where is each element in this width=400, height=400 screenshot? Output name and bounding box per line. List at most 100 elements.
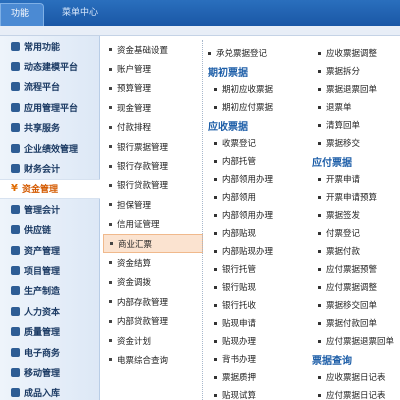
function-link[interactable]: 期初应付票据 xyxy=(208,98,308,116)
submenu-item-9[interactable]: 信用证管理 xyxy=(103,215,203,234)
function-link[interactable]: 内部领用办理 xyxy=(208,170,308,188)
bullet-icon xyxy=(214,267,217,271)
submenu-item-label: 资金结算 xyxy=(117,258,152,269)
sidebar-item-3[interactable]: 应用管理平台 xyxy=(0,97,99,117)
bullet-icon xyxy=(318,69,321,73)
sidebar-item-16[interactable]: 移动管理 xyxy=(0,362,99,382)
sidebar-item-8[interactable]: 管理会计 xyxy=(0,199,99,219)
function-link[interactable]: 内部领用 xyxy=(208,188,308,206)
function-link[interactable]: 付票登记 xyxy=(312,224,400,242)
share-icon xyxy=(11,123,20,133)
function-link[interactable]: 收票登记 xyxy=(208,134,308,152)
submenu-item-12[interactable]: 资金调拨 xyxy=(103,273,203,292)
submenu-item-11[interactable]: 资金结算 xyxy=(103,253,203,272)
function-link[interactable]: 退票单 xyxy=(312,98,400,116)
submenu-item-1[interactable]: 账户管理 xyxy=(103,59,203,78)
function-link[interactable]: 应付票据调整 xyxy=(312,278,400,296)
sidebar-item-1[interactable]: 动态建模平台 xyxy=(0,56,99,76)
sidebar-item-11[interactable]: 项目管理 xyxy=(0,260,99,280)
function-link-label: 贴现申请 xyxy=(222,319,257,329)
tab-function-menu[interactable]: 功能菜单 xyxy=(0,3,44,40)
function-link[interactable]: 期初应收票据 xyxy=(208,80,308,98)
submenu-item-0[interactable]: 资金基础设置 xyxy=(103,40,203,59)
function-link[interactable]: 银行托管 xyxy=(208,260,308,278)
sidebar-item-10[interactable]: 资产管理 xyxy=(0,240,99,260)
function-link[interactable]: 银行托收 xyxy=(208,296,308,314)
submenu-item-5[interactable]: 银行票据管理 xyxy=(103,137,203,156)
sidebar-item-17[interactable]: 成品入库 xyxy=(0,383,99,400)
function-link[interactable]: 内部领用办理 xyxy=(208,206,308,224)
submenu-item-label: 现金管理 xyxy=(117,103,152,114)
submenu-item-15[interactable]: 资金计划 xyxy=(103,331,203,350)
function-link[interactable]: 票据付款回单 xyxy=(312,314,400,332)
function-link[interactable]: 内部贴现 xyxy=(208,224,308,242)
function-link[interactable]: 应收票据日记表 xyxy=(312,368,400,386)
function-link-label: 内部贴现 xyxy=(222,229,257,239)
function-link[interactable]: 票据签发 xyxy=(312,206,400,224)
bullet-icon xyxy=(318,231,321,235)
function-link[interactable]: 票据质押 xyxy=(208,368,308,386)
asset-icon xyxy=(11,245,20,255)
function-link[interactable]: 票据付款 xyxy=(312,242,400,260)
bullet-icon xyxy=(214,321,217,325)
function-link[interactable]: 内部托管 xyxy=(208,152,308,170)
function-link[interactable]: 内部贴现办理 xyxy=(208,242,308,260)
function-link[interactable]: 应付票据退票回单 xyxy=(312,332,400,350)
submenu-item-13[interactable]: 内部存款管理 xyxy=(103,292,203,311)
submenu-item-7[interactable]: 银行贷款管理 xyxy=(103,176,203,195)
sidebar-item-9[interactable]: 供应链 xyxy=(0,220,99,240)
function-link[interactable]: 清算回单 xyxy=(312,116,400,134)
function-column-1: 承兑票据登记 期初票据 期初应收票据 期初应付票据 应收票据 收票登记 内部托管 内部领用办理… xyxy=(208,44,308,400)
function-link[interactable]: 票据拆分 xyxy=(312,62,400,80)
function-link[interactable]: 背书办理 xyxy=(208,350,308,368)
sidebar-item-6[interactable]: 财务会计 xyxy=(0,158,99,178)
bullet-icon xyxy=(109,183,112,187)
submenu-item-8[interactable]: 担保管理 xyxy=(103,195,203,214)
sidebar-item-0[interactable]: 常用功能 xyxy=(0,36,99,56)
chart-icon xyxy=(11,143,20,153)
bullet-icon xyxy=(318,123,321,127)
sidebar-item-13[interactable]: 人力资本 xyxy=(0,301,99,321)
submenu-item-2[interactable]: 预算管理 xyxy=(103,79,203,98)
sidebar-item-15[interactable]: 电子商务 xyxy=(0,342,99,362)
bullet-icon xyxy=(109,203,112,207)
function-link[interactable]: 贴现试算 xyxy=(208,386,308,400)
function-link[interactable]: 贴现申请 xyxy=(208,314,308,332)
function-link[interactable]: 承兑票据登记 xyxy=(208,44,308,62)
submenu-item-6[interactable]: 银行存款管理 xyxy=(103,156,203,175)
function-link[interactable]: 贴现办理 xyxy=(208,332,308,350)
sidebar-item-label: 生产制造 xyxy=(24,287,61,298)
tab-menu-center[interactable]: 菜单中心 xyxy=(52,3,108,26)
submenu-item-10[interactable]: 商业汇票 xyxy=(103,233,203,254)
sidebar-item-7[interactable]: ¥ 资金管理 xyxy=(0,178,100,200)
submenu-item-3[interactable]: 现金管理 xyxy=(103,98,203,117)
function-link[interactable]: 开票申请预算 xyxy=(312,188,400,206)
bullet-icon xyxy=(214,357,217,361)
function-link[interactable]: 票据退票回单 xyxy=(312,80,400,98)
submenu-item-16[interactable]: 电票综合查询 xyxy=(103,350,203,369)
function-link[interactable]: 应付票据预警 xyxy=(312,260,400,278)
function-link[interactable]: 银行贴现 xyxy=(208,278,308,296)
sidebar-item-2[interactable]: 流程平台 xyxy=(0,77,99,97)
gear-icon xyxy=(11,62,20,72)
submenu-item-4[interactable]: 付款排程 xyxy=(103,118,203,137)
sidebar-item-12[interactable]: 生产制造 xyxy=(0,281,99,301)
sidebar-item-4[interactable]: 共享服务 xyxy=(0,118,99,138)
bullet-icon xyxy=(214,339,217,343)
bullet-icon xyxy=(109,300,112,304)
sidebar-item-label: 电子商务 xyxy=(24,348,61,359)
function-link[interactable]: 票据移交 xyxy=(312,134,400,152)
submenu-item-14[interactable]: 内部贷款管理 xyxy=(103,311,203,330)
sidebar-item-14[interactable]: 质量管理 xyxy=(0,321,99,341)
function-link-label: 银行托管 xyxy=(222,265,257,275)
function-link[interactable]: 应付票据日记表 xyxy=(312,386,400,400)
function-link-label: 应付票据退票回单 xyxy=(326,337,395,347)
bullet-icon xyxy=(109,164,112,168)
function-link[interactable]: 开票申请 xyxy=(312,170,400,188)
bullet-icon xyxy=(109,67,112,71)
sidebar-item-5[interactable]: 企业绩效管理 xyxy=(0,138,99,158)
sidebar-item-label: 常用功能 xyxy=(24,42,61,53)
function-link[interactable]: 应收票据调整 xyxy=(312,44,400,62)
function-link[interactable]: 票据移交回单 xyxy=(312,296,400,314)
sidebar-item-label: 成品入库 xyxy=(24,389,61,400)
